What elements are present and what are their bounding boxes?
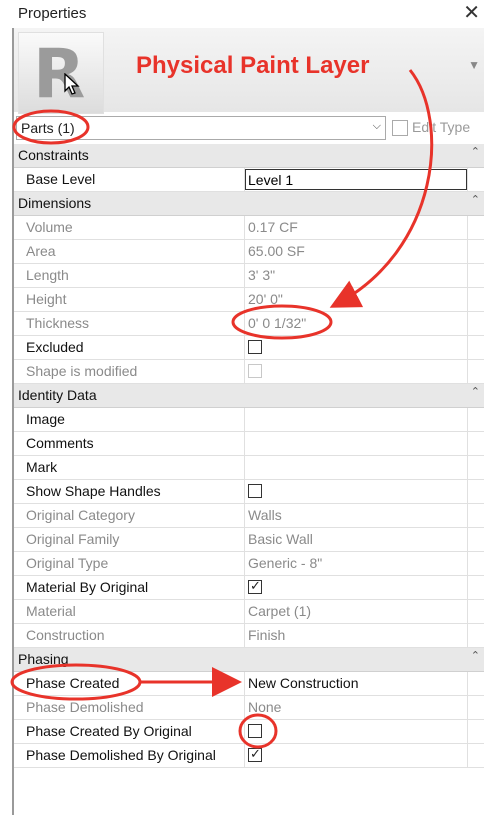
property-name: Construction — [26, 627, 105, 643]
annotation-label: Physical Paint Layer — [136, 52, 370, 79]
property-row-show-shape-handles[interactable]: Show Shape Handles — [14, 480, 484, 504]
property-value: 65.00 SF — [248, 243, 305, 259]
section-label: Phasing — [18, 651, 69, 667]
edit-type-button[interactable]: Edit Type — [392, 118, 484, 140]
checkbox[interactable] — [248, 484, 262, 498]
property-name: Show Shape Handles — [26, 483, 161, 499]
property-grid: Constraints ⌃ Base Level Level 1 Dimensions ⌃… — [14, 144, 484, 768]
property-name: Material — [26, 603, 76, 619]
section-dimensions[interactable]: Dimensions ⌃ — [14, 192, 484, 216]
section-label: Identity Data — [18, 387, 97, 403]
property-row-comments[interactable]: Comments — [14, 432, 484, 456]
property-row-thickness[interactable]: Thickness 0' 0 1/32" — [14, 312, 484, 336]
property-name: Phase Demolished — [26, 699, 144, 715]
properties-panel: Properties ✕ R Physical Paint Layer ▼ Pa… — [0, 0, 484, 815]
property-name: Excluded — [26, 339, 84, 355]
property-name: Height — [26, 291, 67, 307]
edit-type-icon — [392, 120, 408, 136]
property-row-height[interactable]: Height 20' 0" — [14, 288, 484, 312]
edit-type-label: Edit Type — [412, 119, 471, 135]
type-selector-row: Parts (1) ⌵ Edit Type — [14, 112, 484, 144]
property-row-material[interactable]: Material Carpet (1) — [14, 600, 484, 624]
collapse-icon[interactable]: ⌃ — [471, 145, 480, 158]
property-value: 3' 3" — [248, 267, 276, 283]
property-name: Original Type — [26, 555, 109, 571]
title-bar: Properties ✕ — [14, 0, 484, 28]
chevron-down-icon: ⌵ — [372, 120, 381, 132]
section-label: Dimensions — [18, 195, 92, 211]
property-name: Area — [26, 243, 56, 259]
type-preview-header: R Physical Paint Layer ▼ — [14, 28, 484, 114]
section-label: Constraints — [18, 147, 89, 163]
property-row-original-category[interactable]: Original Category Walls — [14, 504, 484, 528]
property-name: Mark — [26, 459, 58, 475]
checkbox[interactable] — [248, 340, 262, 354]
checkbox[interactable]: ✓ — [248, 578, 262, 594]
section-phasing[interactable]: Phasing ⌃ — [14, 648, 484, 672]
property-row-excluded[interactable]: Excluded — [14, 336, 484, 360]
property-value: Generic - 8" — [248, 555, 323, 571]
checkmark-icon: ✓ — [250, 578, 261, 593]
property-value: 0' 0 1/32" — [248, 315, 307, 331]
section-identity-data[interactable]: Identity Data ⌃ — [14, 384, 484, 408]
property-name: Thickness — [26, 315, 90, 331]
property-row-shape-is-modified[interactable]: Shape is modified — [14, 360, 484, 384]
collapse-icon[interactable]: ⌃ — [471, 649, 480, 662]
property-value: Basic Wall — [248, 531, 313, 547]
checkbox — [248, 364, 262, 378]
property-row-phase-demolished[interactable]: Phase Demolished None — [14, 696, 484, 720]
property-row-phase-created[interactable]: Phase Created New Construction — [14, 672, 484, 696]
chevron-down-icon[interactable]: ▼ — [468, 58, 480, 72]
property-row-length[interactable]: Length 3' 3" — [14, 264, 484, 288]
property-name: Phase Created By Original — [26, 723, 192, 739]
property-row-original-type[interactable]: Original Type Generic - 8" — [14, 552, 484, 576]
panel-title: Properties — [18, 5, 87, 22]
section-constraints[interactable]: Constraints ⌃ — [14, 144, 484, 168]
revit-logo-icon: R — [18, 32, 104, 114]
property-name: Shape is modified — [26, 363, 138, 379]
checkmark-icon: ✓ — [250, 746, 261, 761]
property-name: Comments — [26, 435, 94, 451]
property-value-input[interactable]: Level 1 — [245, 169, 467, 190]
checkbox[interactable] — [248, 724, 262, 738]
property-row-volume[interactable]: Volume 0.17 CF — [14, 216, 484, 240]
property-value: Level 1 — [248, 172, 294, 188]
collapse-icon[interactable]: ⌃ — [471, 193, 480, 206]
property-row-base-level[interactable]: Base Level Level 1 — [14, 168, 484, 192]
property-name: Phase Created — [26, 675, 120, 691]
mouse-cursor-icon — [64, 73, 80, 95]
property-name: Length — [26, 267, 69, 283]
property-value: Finish — [248, 627, 286, 643]
property-row-material-by-original[interactable]: Material By Original ✓ — [14, 576, 484, 600]
property-name: Original Family — [26, 531, 120, 547]
property-row-mark[interactable]: Mark — [14, 456, 484, 480]
property-row-original-family[interactable]: Original Family Basic Wall — [14, 528, 484, 552]
property-value: 20' 0" — [248, 291, 283, 307]
property-row-phase-demolished-by-original[interactable]: Phase Demolished By Original ✓ — [14, 744, 484, 768]
property-value: 0.17 CF — [248, 219, 298, 235]
collapse-icon[interactable]: ⌃ — [471, 385, 480, 398]
property-name: Base Level — [26, 171, 96, 187]
property-row-phase-created-by-original[interactable]: Phase Created By Original — [14, 720, 484, 744]
property-value: Walls — [248, 507, 282, 523]
property-name: Original Category — [26, 507, 135, 523]
property-row-image[interactable]: Image — [14, 408, 484, 432]
property-row-area[interactable]: Area 65.00 SF — [14, 240, 484, 264]
property-value[interactable]: New Construction — [248, 675, 359, 691]
property-name: Material By Original — [26, 579, 149, 595]
property-name: Volume — [26, 219, 73, 235]
property-row-construction[interactable]: Construction Finish — [14, 624, 484, 648]
type-selector-value: Parts (1) — [21, 120, 75, 136]
property-value: Carpet (1) — [248, 603, 312, 619]
property-name: Image — [26, 411, 65, 427]
type-selector-dropdown[interactable]: Parts (1) ⌵ — [16, 116, 386, 140]
property-name: Phase Demolished By Original — [26, 747, 216, 763]
close-icon[interactable]: ✕ — [463, 2, 480, 24]
checkbox[interactable]: ✓ — [248, 746, 262, 762]
property-value: None — [248, 699, 282, 715]
